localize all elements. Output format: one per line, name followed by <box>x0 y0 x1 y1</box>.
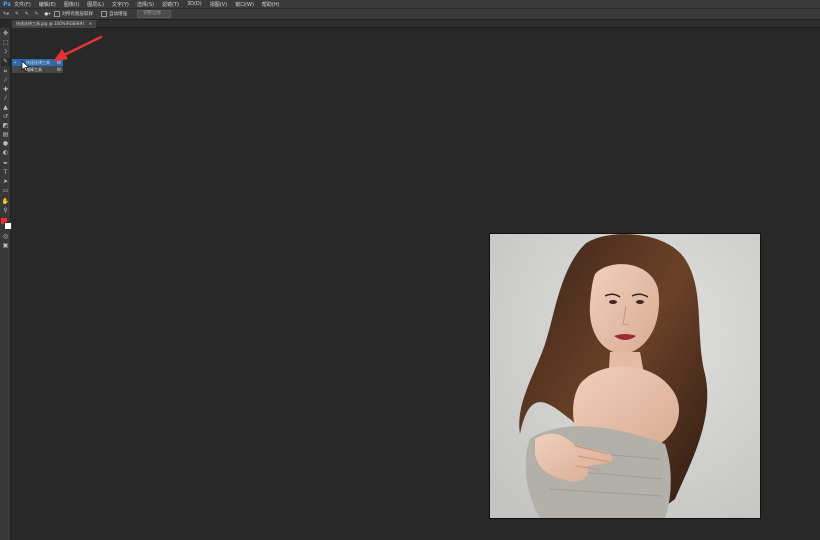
document-tab-bar: 快速选择工具.jpg @ 100%(RGB/8#) × <box>12 20 820 28</box>
menu-edit[interactable]: 编辑(E) <box>39 1 56 8</box>
stamp-icon[interactable]: ▲ <box>1 104 10 112</box>
type-icon[interactable]: T <box>1 169 10 177</box>
menu-view[interactable]: 视图(V) <box>210 1 227 8</box>
zoom-icon[interactable]: ⚲ <box>1 207 10 215</box>
sample-all-layers-label: 对所有图层取样 <box>61 12 94 17</box>
menu-3d[interactable]: 3D(D) <box>187 1 202 7</box>
menu-image[interactable]: 图像(I) <box>64 1 79 8</box>
marquee-icon[interactable]: ⬚ <box>1 39 10 47</box>
blur-icon[interactable]: ● <box>1 140 10 148</box>
screen-mode-icon[interactable]: ▣ <box>1 242 10 250</box>
menu-layer[interactable]: 图层(L) <box>87 1 104 8</box>
background-color-swatch[interactable] <box>4 222 12 230</box>
document-canvas[interactable] <box>489 233 761 519</box>
menu-type[interactable]: 文字(Y) <box>112 1 129 8</box>
new-selection-icon[interactable]: ✎ <box>15 12 19 17</box>
document-tab[interactable]: 快速选择工具.jpg @ 100%(RGB/8#) × <box>12 20 97 28</box>
mouse-cursor-icon <box>21 60 30 72</box>
menu-select[interactable]: 选择(S) <box>137 1 154 8</box>
quick-select-icon[interactable]: ✎ <box>1 58 10 66</box>
portrait-photo <box>490 234 760 518</box>
brush-icon[interactable]: ⁄ <box>1 95 10 103</box>
document-tab-title: 快速选择工具.jpg @ 100%(RGB/8#) <box>16 21 85 26</box>
sample-all-layers-checkbox[interactable] <box>53 11 60 17</box>
healing-icon[interactable]: ✚ <box>1 86 10 94</box>
auto-enhance-label: 自动增强 <box>109 12 128 17</box>
menu-filter[interactable]: 滤镜(T) <box>162 1 179 8</box>
flyout-item-magic-wand[interactable]: 魔棒工具 W <box>12 66 63 73</box>
flyout-item-shortcut: W <box>57 67 61 72</box>
tools-panel: ✥ ⬚ ↄ ✎ ⌗ ⁄ ✚ ⁄ ▲ ↺ ◩ ▤ ● ◐ ✒ T ➤ ▭ ✋ ⚲ … <box>0 28 12 540</box>
close-icon[interactable]: × <box>89 21 92 26</box>
eyedropper-icon[interactable]: ⁄ <box>1 77 10 85</box>
auto-enhance-checkbox[interactable] <box>101 11 108 17</box>
quick-select-preset-icon[interactable]: ✎▾ <box>3 12 9 17</box>
pen-icon[interactable]: ✒ <box>1 160 10 168</box>
path-select-icon[interactable]: ➤ <box>1 178 10 186</box>
gradient-icon[interactable]: ▤ <box>1 131 10 139</box>
quick-mask-icon[interactable]: ◎ <box>1 233 10 241</box>
arrow-icon <box>53 35 103 62</box>
move-icon[interactable]: ✥ <box>1 30 10 38</box>
dodge-icon[interactable]: ◐ <box>1 149 10 157</box>
menu-window[interactable]: 窗口(W) <box>235 1 254 8</box>
eraser-icon[interactable]: ◩ <box>1 122 10 130</box>
brush-size-icon[interactable]: ●▾ <box>44 12 50 17</box>
menu-help[interactable]: 帮助(H) <box>262 1 280 8</box>
hand-icon[interactable]: ✋ <box>1 198 10 206</box>
history-brush-icon[interactable]: ↺ <box>1 113 10 121</box>
crop-icon[interactable]: ⌗ <box>1 68 10 76</box>
options-bar: ✎▾ ✎ ✎ ✎ ●▾ 对所有图层取样 自动增强 调整边缘... <box>0 8 820 20</box>
shape-icon[interactable]: ▭ <box>1 187 10 195</box>
refine-edge-button[interactable]: 调整边缘... <box>137 10 172 18</box>
app-logo: Ps <box>3 0 11 8</box>
add-selection-icon[interactable]: ✎ <box>25 12 29 17</box>
selected-dot-icon: • <box>14 60 17 65</box>
subtract-selection-icon[interactable]: ✎ <box>35 12 39 17</box>
menu-bar: Ps 文件(F) 编辑(E) 图像(I) 图层(L) 文字(Y) 选择(S) 滤… <box>0 0 820 8</box>
lasso-icon[interactable]: ↄ <box>1 48 10 56</box>
menu-file[interactable]: 文件(F) <box>14 1 31 8</box>
